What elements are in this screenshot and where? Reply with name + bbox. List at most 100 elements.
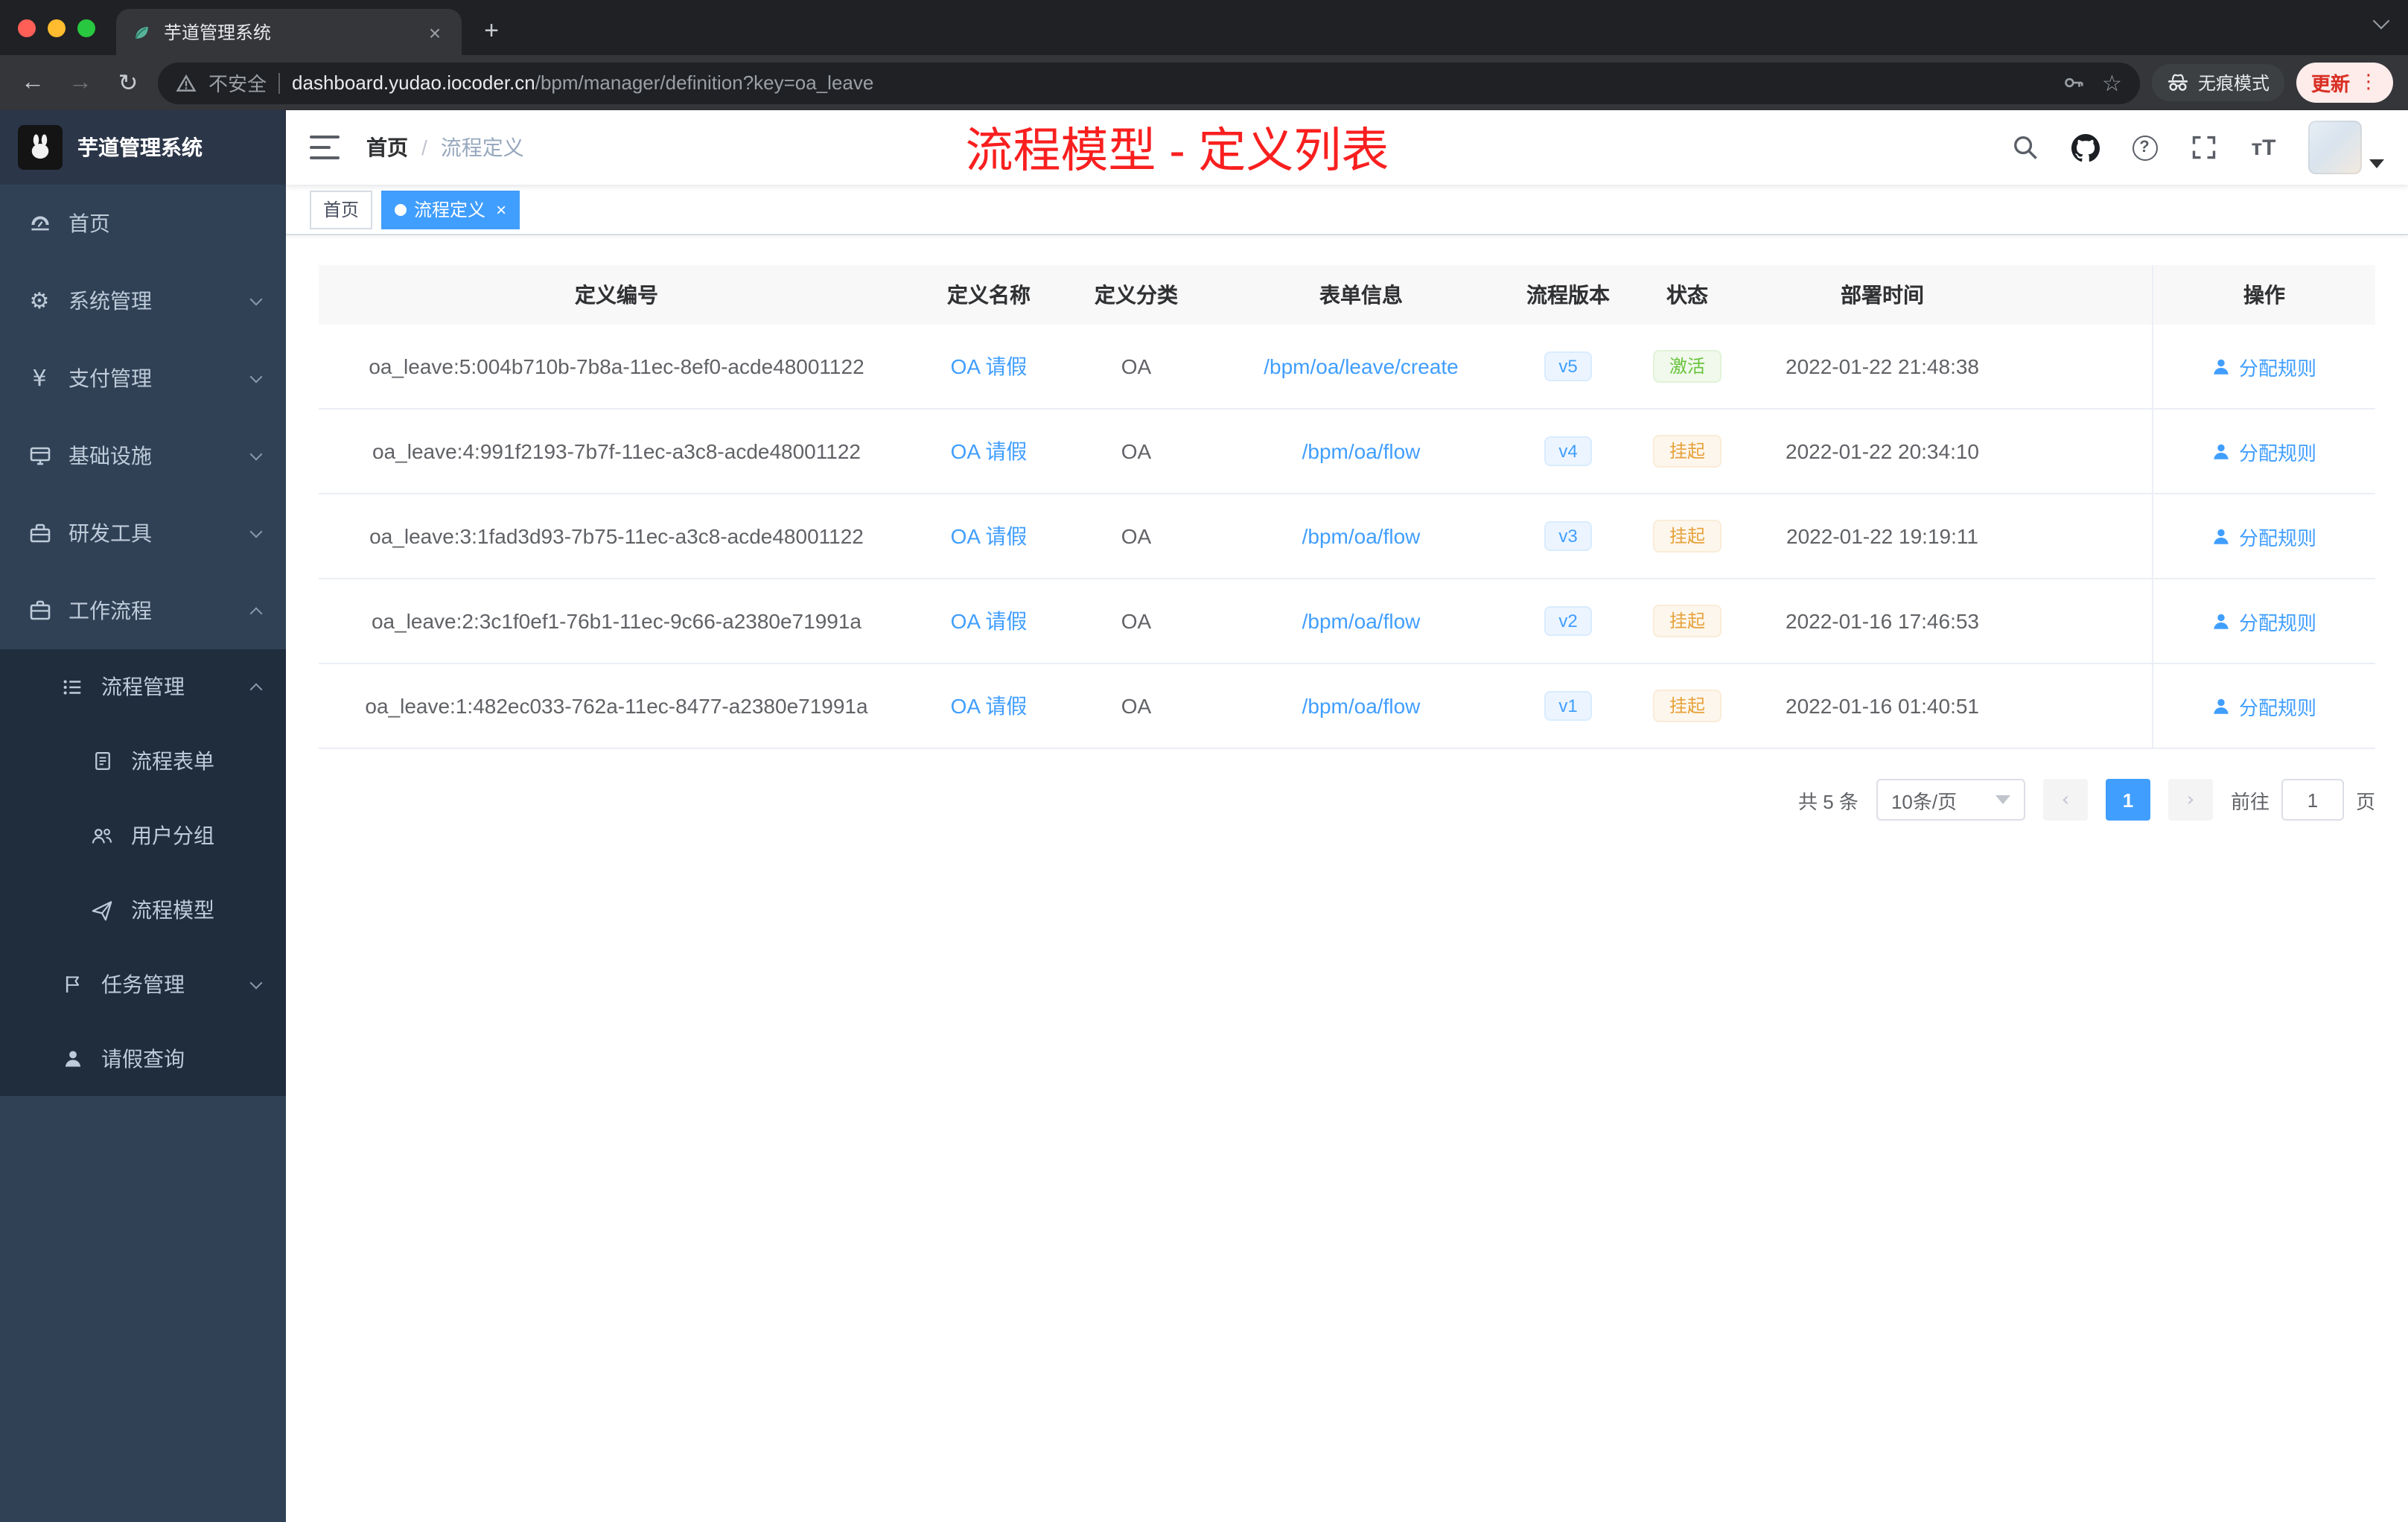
sidebar-item-task-management[interactable]: 任务管理 xyxy=(0,947,286,1022)
cell-filler xyxy=(2013,325,2152,408)
font-size-icon[interactable]: тT xyxy=(2249,133,2278,162)
bookmark-star-icon[interactable]: ☆ xyxy=(2102,69,2122,96)
table-row: oa_leave:4:991f2193-7b7f-11ec-a3c8-acde4… xyxy=(319,410,2375,494)
col-form-info: 表单信息 xyxy=(1319,283,1403,307)
definition-name-link[interactable]: OA 请假 xyxy=(951,436,1028,466)
new-tab-button[interactable]: + xyxy=(471,10,512,52)
github-icon[interactable] xyxy=(2070,133,2100,162)
breadcrumb-home-link[interactable]: 首页 xyxy=(366,133,408,162)
back-button[interactable]: ← xyxy=(15,65,51,101)
header-actions: ? тT xyxy=(2010,121,2384,174)
cell-definition-id: oa_leave:3:1fad3d93-7b75-11ec-a3c8-acde4… xyxy=(369,524,864,548)
sidebar-item-devtools[interactable]: 研发工具 xyxy=(0,494,286,572)
address-bar[interactable]: 不安全 dashboard.yudao.iocoder.cn/bpm/manag… xyxy=(158,62,2140,104)
incognito-badge: 无痕模式 xyxy=(2151,64,2284,101)
chevron-up-icon xyxy=(249,606,263,620)
definition-name-link[interactable]: OA 请假 xyxy=(951,691,1028,721)
total-count-label: 共 5 条 xyxy=(1798,790,1858,812)
form-info-link[interactable]: /bpm/oa/flow xyxy=(1302,439,1421,463)
search-icon[interactable] xyxy=(2010,133,2040,162)
tab-search-chevron-icon[interactable] xyxy=(2372,12,2390,30)
page-size-select[interactable]: 10条/页 xyxy=(1876,779,2025,821)
sidebar-item-workflow[interactable]: 工作流程 xyxy=(0,572,286,649)
sidebar-item-process-form[interactable]: 流程表单 xyxy=(0,724,286,798)
cell-definition-id: oa_leave:4:991f2193-7b7f-11ec-a3c8-acde4… xyxy=(372,439,861,463)
tag-home[interactable]: 首页 xyxy=(310,190,373,229)
reload-button[interactable]: ↻ xyxy=(110,65,146,101)
cell-deploy-time: 2022-01-22 20:34:10 xyxy=(1786,439,1979,463)
tags-view: 首页 流程定义 × xyxy=(286,185,2408,235)
fullscreen-icon[interactable] xyxy=(2189,133,2219,162)
sidebar-item-process-model[interactable]: 流程模型 xyxy=(0,873,286,947)
favicon-leaf-icon xyxy=(135,26,148,39)
sidebar-item-payment[interactable]: ¥ 支付管理 xyxy=(0,340,286,417)
goto-page-input[interactable] xyxy=(2281,779,2344,821)
sidebar-item-process-management[interactable]: 流程管理 xyxy=(0,649,286,724)
cell-filler xyxy=(2013,664,2152,748)
browser-toolbar: ← → ↻ 不安全 dashboard.yudao.iocoder.cn/bpm… xyxy=(0,55,2408,110)
assign-rule-link[interactable]: 分配规则 xyxy=(2212,352,2316,380)
chevron-up-icon xyxy=(249,682,263,695)
maximize-window-button[interactable] xyxy=(77,19,95,36)
devtools-icon xyxy=(27,521,52,545)
status-badge: 挂起 xyxy=(1652,605,1721,637)
tab-close-icon[interactable]: × xyxy=(423,20,447,44)
browser-tab[interactable]: 芋道管理系统 × xyxy=(116,9,462,55)
version-tag: v1 xyxy=(1544,691,1593,721)
sidebar-item-label: 研发工具 xyxy=(69,521,152,545)
user-menu[interactable] xyxy=(2308,121,2384,174)
sidebar-item-leave-query[interactable]: 请假查询 xyxy=(0,1022,286,1096)
form-info-link[interactable]: /bpm/oa/leave/create xyxy=(1264,354,1459,378)
cell-filler xyxy=(2013,579,2152,663)
assign-rule-link[interactable]: 分配规则 xyxy=(2212,522,2316,550)
chevron-down-icon xyxy=(249,524,263,538)
definition-name-link[interactable]: OA 请假 xyxy=(951,351,1028,381)
password-key-icon[interactable] xyxy=(2062,71,2084,94)
update-label: 更新 xyxy=(2310,73,2350,95)
close-window-button[interactable] xyxy=(18,19,36,36)
assign-rule-link[interactable]: 分配规则 xyxy=(2212,607,2316,635)
browser-update-button[interactable]: 更新 ⋮ xyxy=(2296,63,2393,103)
incognito-spy-icon xyxy=(2167,74,2188,91)
col-definition-id: 定义编号 xyxy=(575,283,658,307)
sidebar-item-user-group[interactable]: 用户分组 xyxy=(0,798,286,873)
version-tag: v3 xyxy=(1544,521,1593,551)
assign-rule-link[interactable]: 分配规则 xyxy=(2212,437,2316,465)
browser-tab-strip: 芋道管理系统 × + xyxy=(0,0,2408,55)
minimize-window-button[interactable] xyxy=(48,19,66,36)
definition-name-link[interactable]: OA 请假 xyxy=(951,521,1028,551)
next-page-button[interactable]: › xyxy=(2167,779,2213,821)
assign-rule-link[interactable]: 分配规则 xyxy=(2212,692,2316,720)
sidebar-item-home[interactable]: 首页 xyxy=(0,185,286,262)
app-title: 芋道管理系统 xyxy=(77,136,203,159)
sidebar-toggle-icon[interactable] xyxy=(310,136,340,159)
active-tag-dot xyxy=(395,203,407,215)
sidebar-item-infrastructure[interactable]: 基础设施 xyxy=(0,417,286,494)
avatar[interactable] xyxy=(2308,121,2362,174)
pagination: 共 5 条 10条/页 ‹ 1 › 前往 页 xyxy=(319,779,2375,821)
security-warning-icon xyxy=(176,73,197,91)
assign-rule-label: 分配规则 xyxy=(2238,442,2316,464)
browser-menu-icon[interactable]: ⋮ xyxy=(2359,71,2378,94)
help-icon[interactable]: ? xyxy=(2130,133,2159,162)
page-unit-label: 页 xyxy=(2355,790,2375,812)
form-info-link[interactable]: /bpm/oa/flow xyxy=(1302,609,1421,633)
form-info-link[interactable]: /bpm/oa/flow xyxy=(1302,694,1421,718)
sidebar-item-system[interactable]: ⚙ 系统管理 xyxy=(0,262,286,340)
tag-close-icon[interactable]: × xyxy=(496,199,506,220)
page-number-button[interactable]: 1 xyxy=(2105,779,2150,821)
definition-name-link[interactable]: OA 请假 xyxy=(951,606,1028,636)
prev-page-button[interactable]: ‹ xyxy=(2042,779,2088,821)
person-icon xyxy=(60,1048,85,1069)
process-list-icon xyxy=(60,675,85,698)
sidebar-item-label: 流程管理 xyxy=(101,675,185,698)
incognito-label: 无痕模式 xyxy=(2197,73,2270,94)
form-info-link[interactable]: /bpm/oa/flow xyxy=(1302,524,1421,548)
col-definition-category: 定义分类 xyxy=(1095,283,1178,307)
tag-process-definition[interactable]: 流程定义 × xyxy=(381,190,520,229)
col-process-version: 流程版本 xyxy=(1526,283,1610,307)
cell-deploy-time: 2022-01-16 17:46:53 xyxy=(1786,609,1979,633)
status-badge: 激活 xyxy=(1652,350,1721,383)
cell-deploy-time: 2022-01-22 19:19:11 xyxy=(1786,524,1978,548)
forward-button[interactable]: → xyxy=(63,65,98,101)
